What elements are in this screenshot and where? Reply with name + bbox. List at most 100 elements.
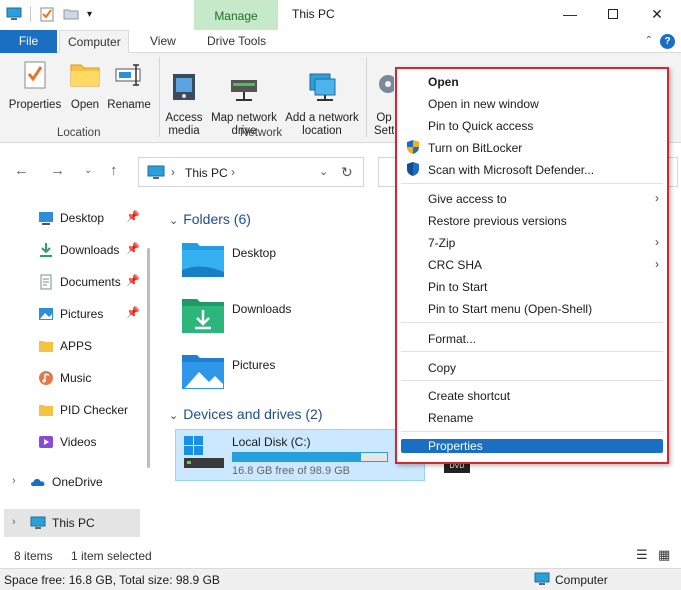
menu-item-pin-quick-access[interactable]: Pin to Quick access (397, 114, 667, 136)
close-icon: ✕ (651, 5, 663, 22)
help-icon[interactable]: ? (660, 34, 675, 49)
rename-button[interactable]: Rename (106, 57, 152, 112)
address-dropdown-icon[interactable]: ⌄ (319, 165, 328, 178)
nav-item-onedrive[interactable]: › OneDrive (0, 470, 150, 494)
nav-item-music[interactable]: Music (0, 366, 150, 390)
quick-access-toolbar: ▾ (6, 6, 92, 22)
media-icon (173, 74, 195, 100)
music-icon (39, 371, 53, 385)
access-media-label: Access media (165, 112, 203, 137)
menu-item-crc-sha[interactable]: CRC SHA › (397, 253, 667, 275)
folders-section-header[interactable]: ⌄ Folders (6) (169, 211, 251, 227)
large-icons-view-icon[interactable]: ▦ (658, 547, 670, 563)
menu-separator (401, 431, 663, 432)
computer-label: Computer (555, 573, 608, 587)
menu-item-label: Properties (428, 439, 483, 453)
tab-file[interactable]: File (0, 30, 57, 53)
nav-pane-scrollbar[interactable] (147, 248, 150, 468)
folder-icon (39, 341, 53, 352)
pin-icon: 📌 (126, 275, 140, 287)
up-arrow-icon[interactable]: ↑ (110, 162, 118, 179)
open-button[interactable]: Open (66, 57, 104, 112)
collapse-chevron-icon: ⌄ (169, 215, 179, 227)
menu-item-7zip[interactable]: 7-Zip › (397, 231, 667, 253)
nav-item-pid-checker[interactable]: PID Checker (0, 398, 150, 422)
menu-item-restore-versions[interactable]: Restore previous versions (397, 209, 667, 231)
forward-arrow-icon[interactable]: → (50, 162, 65, 179)
address-bar[interactable]: › This PC › ⌄ ↻ (138, 157, 364, 187)
tab-computer[interactable]: Computer (59, 30, 129, 53)
close-button[interactable]: ✕ (645, 4, 669, 24)
maximize-button[interactable] (601, 4, 625, 24)
qat-dropdown-icon[interactable]: ▾ (87, 9, 92, 20)
breadcrumb-this-pc[interactable]: This PC (185, 166, 228, 180)
minimize-icon: — (563, 6, 577, 22)
properties-button[interactable]: Properties (8, 57, 62, 112)
menu-item-format[interactable]: Format... (397, 327, 667, 349)
menu-item-copy[interactable]: Copy (397, 356, 667, 378)
refresh-icon[interactable]: ↻ (341, 164, 353, 181)
this-pc-icon (30, 516, 46, 529)
menu-item-properties[interactable]: Properties (401, 439, 663, 453)
menu-item-label: CRC SHA (428, 258, 483, 272)
nav-item-desktop[interactable]: Desktop 📌 (0, 206, 150, 230)
menu-item-open[interactable]: Open (397, 70, 667, 92)
drive-local-disk-c[interactable]: Local Disk (C:) 16.8 GB free of 98.9 GB (175, 429, 425, 481)
menu-item-label: Create shortcut (428, 389, 511, 403)
nav-item-downloads[interactable]: Downloads 📌 (0, 238, 150, 262)
devices-section-header[interactable]: ⌄ Devices and drives (2) (169, 406, 323, 422)
nav-item-videos[interactable]: Videos (0, 430, 150, 454)
menu-item-pin-start[interactable]: Pin to Start (397, 275, 667, 297)
navigation-pane: Desktop 📌 Downloads 📌 Documents 📌 Pictur… (0, 198, 150, 540)
documents-icon (40, 274, 52, 290)
nav-item-label: This PC (52, 516, 95, 530)
downloads-icon (40, 243, 52, 257)
properties-icon[interactable] (39, 6, 55, 22)
menu-item-bitlocker[interactable]: Turn on BitLocker (397, 136, 667, 158)
menu-item-label: Pin to Quick access (428, 119, 534, 133)
tab-view[interactable]: View (142, 30, 184, 53)
open-settings-button[interactable]: Op Sett (374, 57, 394, 151)
this-pc-icon[interactable] (6, 6, 22, 22)
breadcrumb-chevron-icon[interactable]: › (171, 165, 175, 179)
expand-chevron-icon[interactable]: › (12, 475, 16, 487)
folder-downloads[interactable]: Downloads (181, 296, 381, 346)
item-count: 8 items (14, 549, 53, 563)
nav-item-pictures[interactable]: Pictures 📌 (0, 302, 150, 326)
nav-item-label: Desktop (60, 211, 105, 225)
collapse-ribbon-icon[interactable]: ⌃ (645, 35, 653, 46)
menu-item-give-access[interactable]: Give access to › (397, 187, 667, 209)
recent-locations-icon[interactable]: ⌄ (84, 165, 92, 176)
menu-item-create-shortcut[interactable]: Create shortcut (397, 384, 667, 406)
menu-separator (401, 351, 663, 352)
new-folder-icon[interactable] (63, 6, 79, 22)
details-view-icon[interactable]: ☰ (636, 547, 648, 563)
manage-tab[interactable]: Manage (194, 0, 278, 30)
tab-drive-tools[interactable]: Drive Tools (199, 30, 274, 53)
status-bar: 8 items 1 item selected ☰ ▦ (0, 546, 681, 566)
menu-item-rename[interactable]: Rename (397, 406, 667, 428)
nav-item-label: APPS (60, 339, 93, 353)
folder-pictures[interactable]: Pictures (181, 352, 381, 402)
menu-item-open-new-window[interactable]: Open in new window (397, 92, 667, 114)
context-menu: Open Open in new window Pin to Quick acc… (395, 67, 669, 464)
minimize-button[interactable]: — (558, 4, 582, 24)
folder-desktop[interactable]: Desktop (181, 240, 381, 290)
nav-item-documents[interactable]: Documents 📌 (0, 270, 150, 294)
add-network-location-button[interactable]: Add a network location (282, 57, 362, 151)
nav-item-this-pc[interactable]: › This PC (4, 509, 140, 537)
nav-item-apps[interactable]: APPS (0, 334, 150, 358)
expand-chevron-icon[interactable]: › (12, 516, 16, 528)
menu-item-label: Format... (428, 332, 477, 346)
menu-item-label: Open in new window (428, 97, 539, 111)
drive-usage-bar (232, 452, 388, 462)
nav-item-label: Documents (60, 275, 121, 289)
access-media-button[interactable]: Access media (162, 57, 206, 151)
menu-item-defender-scan[interactable]: Scan with Microsoft Defender... (397, 158, 667, 180)
ribbon-divider (366, 57, 367, 137)
breadcrumb-chevron-icon[interactable]: › (231, 165, 235, 179)
pin-icon: 📌 (126, 243, 140, 255)
back-arrow-icon[interactable]: ← (14, 162, 29, 179)
window-title: This PC (292, 7, 335, 21)
menu-item-pin-start-openshell[interactable]: Pin to Start menu (Open-Shell) (397, 297, 667, 319)
